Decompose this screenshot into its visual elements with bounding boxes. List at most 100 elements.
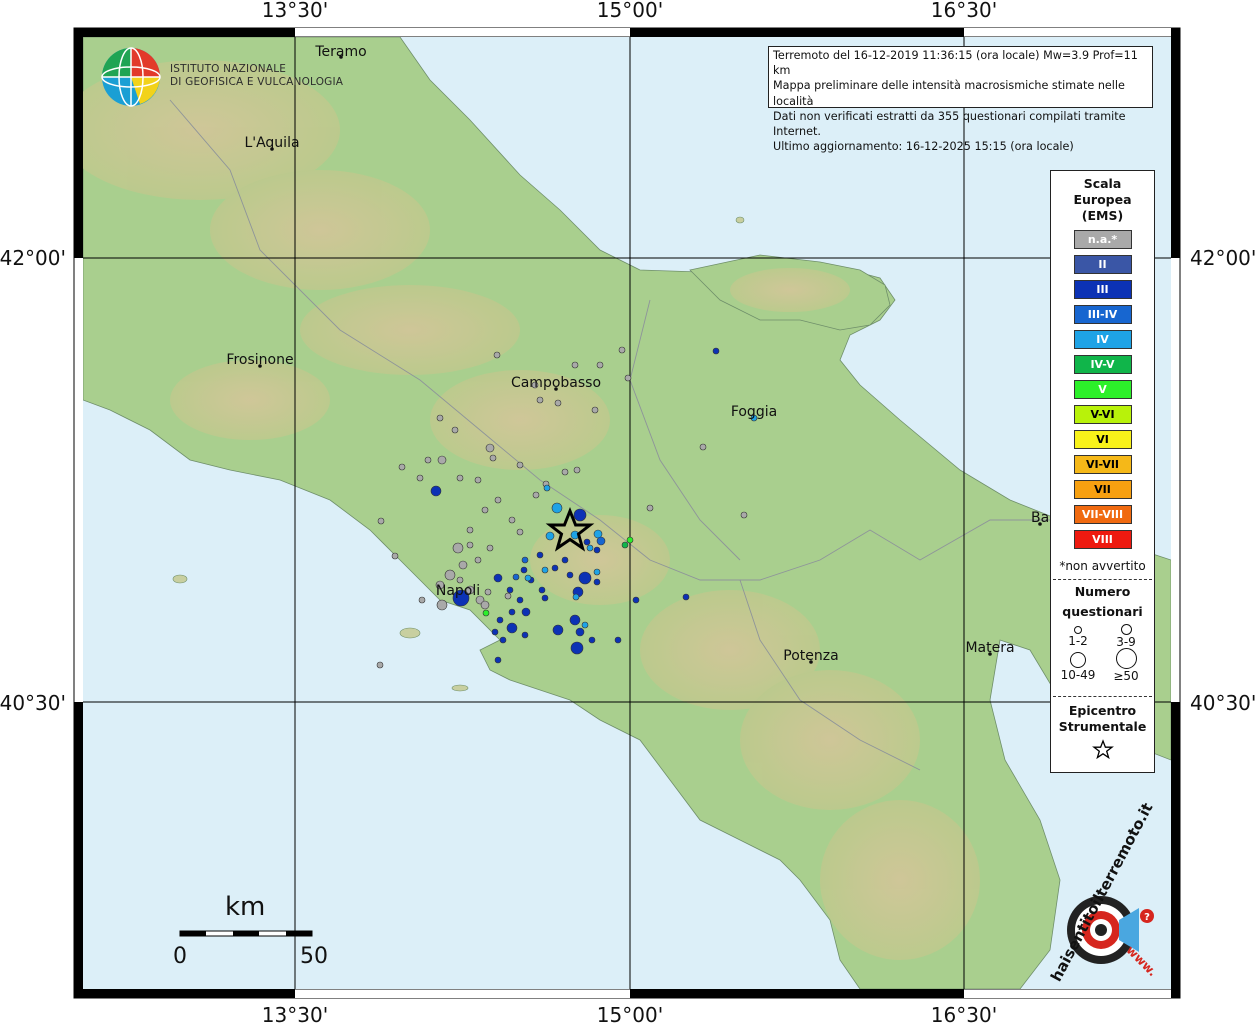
city-label-campobasso: Campobasso (511, 375, 601, 391)
intensity-point (508, 608, 516, 616)
legend-swatch: IV-V (1073, 355, 1132, 374)
intensity-point (482, 609, 490, 617)
lat-label-right: 42°00' (1190, 246, 1255, 270)
city-label-laquila: L'Aquila (244, 135, 299, 151)
city-label-matera: Matera (965, 640, 1014, 656)
legend-swatch: VII-VIII (1073, 505, 1132, 524)
legend-swatch: III-IV (1073, 305, 1132, 324)
lat-label-left: 40°30' (0, 691, 66, 715)
intensity-point (541, 594, 549, 602)
intensity-point (398, 463, 406, 471)
legend-size-10-49: 10-49 (1057, 652, 1099, 682)
intensity-point (521, 556, 529, 564)
intensity-point (583, 538, 591, 546)
intensity-point (436, 414, 444, 422)
intensity-point (516, 461, 524, 469)
intensity-point (521, 607, 531, 617)
scale-unit: km (225, 892, 266, 922)
intensity-point (452, 542, 464, 554)
intensity-point (491, 628, 499, 636)
intensity-point (466, 526, 474, 534)
intensity-point (632, 596, 640, 604)
intensity-point (646, 504, 654, 512)
intensity-point (572, 593, 580, 601)
intensity-point (437, 455, 447, 465)
legend-title-line: Scala (1083, 176, 1122, 191)
intensity-point (551, 502, 563, 514)
island-capri (451, 684, 469, 692)
intensity-point (520, 566, 528, 574)
intensity-point (451, 426, 459, 434)
event-info-line: Ultimo aggiornamento: 16-12-2025 15:15 (… (773, 140, 1074, 154)
intensity-point (578, 571, 592, 585)
legend-swatch: III (1073, 280, 1132, 299)
intensity-point (474, 556, 482, 564)
intensity-point (543, 484, 551, 492)
lon-label-bottom: 16°30' (931, 1003, 997, 1024)
intensity-point (493, 351, 501, 359)
legend-swatch: n.a.* (1073, 230, 1132, 249)
intensity-point (508, 516, 516, 524)
lat-label-right: 40°30' (1190, 691, 1255, 715)
hsit-logo: ? haisentitoilterremoto.it www. (1035, 800, 1165, 988)
intensity-point (532, 491, 540, 499)
intensity-point (494, 656, 502, 664)
intensity-point (561, 556, 569, 564)
legend-swatch: IV (1073, 330, 1132, 349)
legend-count-title-line: questionari (1062, 604, 1143, 619)
intensity-point (512, 573, 520, 581)
intensity-point (596, 536, 606, 546)
lon-label-bottom: 15°00' (597, 1003, 663, 1024)
legend-swatch: II (1073, 255, 1132, 274)
lon-label-top: 13°30' (262, 0, 328, 22)
intensity-point (614, 636, 622, 644)
ingv-globe-icon (101, 47, 161, 107)
intensity-point (593, 568, 601, 576)
legend-title-line: (EMS) (1081, 208, 1124, 223)
legend-title-line: Europea (1073, 192, 1132, 207)
intensity-point (466, 541, 474, 549)
legend-epicenter-symbol (1051, 739, 1154, 764)
intensity-point (444, 569, 456, 581)
intensity-point (430, 485, 442, 497)
intensity-point (593, 578, 601, 586)
legend-swatch: VIII (1073, 530, 1132, 549)
intensity-point (516, 528, 524, 536)
intensity-point (624, 374, 632, 382)
intensity-point (552, 624, 564, 636)
event-info-line: Terremoto del 16-12-2019 11:36:15 (ora l… (773, 49, 1138, 78)
intensity-point (593, 546, 601, 554)
legend-swatch: V-VI (1073, 405, 1132, 424)
city-label-napoli: Napoli (436, 583, 480, 599)
legend-swatch: VII (1073, 480, 1132, 499)
legend-not-felt-note: *non avvertito (1059, 559, 1146, 573)
city-label-teramo: Teramo (314, 44, 366, 60)
legend-title: Scala Europea (EMS) (1051, 176, 1154, 224)
intensity-point (458, 560, 468, 570)
intensity-point (699, 443, 707, 451)
intensity-point (551, 564, 559, 572)
lat-label-left: 42°00' (0, 246, 66, 270)
intensity-point (536, 551, 544, 559)
intensity-point (486, 544, 494, 552)
legend-swatch: VI (1073, 430, 1132, 449)
intensity-point (618, 346, 626, 354)
intensity-point (712, 347, 720, 355)
intensity-point (524, 574, 532, 582)
legend-epicenter-line: Epicentro (1068, 703, 1137, 718)
legend-size-3-9: 3-9 (1111, 624, 1141, 649)
intensity-point (538, 586, 546, 594)
intensity-point (541, 566, 549, 574)
svg-text:?: ? (1144, 912, 1150, 923)
intensity-point (561, 468, 569, 476)
ingv-name-line1: ISTITUTO NAZIONALE (170, 63, 287, 75)
event-info-line: Dati non verificati estratti da 355 ques… (773, 109, 1126, 139)
legend-divider (1053, 579, 1152, 580)
event-info-line: Mappa preliminare delle intensità macros… (773, 79, 1125, 108)
intensity-point (474, 476, 482, 484)
legend: Scala Europea (EMS) n.a.* II III III-IV IV IV… (1050, 170, 1155, 773)
legend-swatch: VI-VII (1073, 455, 1132, 474)
event-info-box: Terremoto del 16-12-2019 11:36:15 (ora l… (768, 46, 1153, 153)
intensity-point (481, 506, 489, 514)
intensity-point (570, 641, 584, 655)
